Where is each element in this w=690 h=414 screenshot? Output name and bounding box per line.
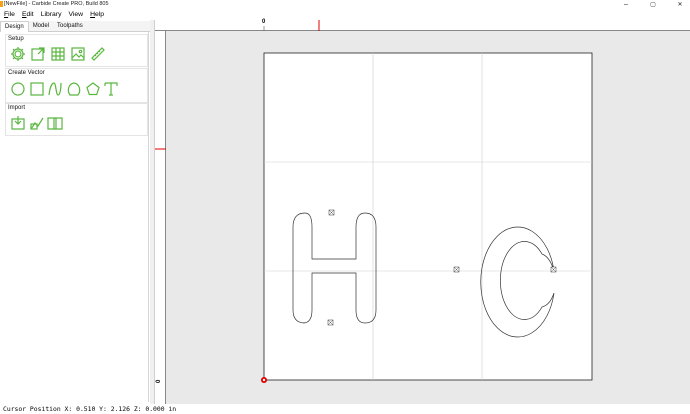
edit-job-icon[interactable] bbox=[30, 46, 46, 62]
ruler-icon[interactable] bbox=[90, 46, 106, 62]
canvas-drawing[interactable] bbox=[166, 31, 690, 404]
curve-icon[interactable] bbox=[47, 81, 63, 97]
stock-outline bbox=[263, 52, 593, 381]
window-title: [NewFile] - Carbide Create PRO, Build 80… bbox=[4, 1, 109, 7]
menu-library[interactable]: Library bbox=[41, 11, 62, 18]
rectangle-icon[interactable] bbox=[29, 81, 45, 97]
cursor-position-readout: Cursor Position X: 0.510 Y: 2.126 Z: 0.0… bbox=[3, 405, 177, 413]
pentagon-icon[interactable] bbox=[85, 81, 101, 97]
menu-bar: File Edit Library View Help bbox=[0, 9, 690, 20]
import-image-icon[interactable] bbox=[29, 115, 45, 131]
design-panel: Setup Create Vector Import bbox=[2, 32, 149, 402]
status-bar: Cursor Position X: 0.510 Y: 2.126 Z: 0.0… bbox=[0, 404, 690, 414]
minimize-button[interactable]: – bbox=[616, 0, 636, 9]
grid-icon[interactable] bbox=[50, 46, 66, 62]
import-section bbox=[5, 103, 148, 136]
ruler-horizontal: 0 bbox=[155, 19, 690, 31]
menu-edit[interactable]: Edit bbox=[22, 11, 34, 18]
tab-model[interactable]: Model bbox=[29, 21, 53, 32]
library-book-icon[interactable] bbox=[47, 115, 63, 131]
tab-design[interactable]: Design bbox=[0, 21, 29, 32]
maximize-button[interactable]: ▢ bbox=[643, 0, 663, 9]
panel-tabs: Design Model Toolpaths bbox=[0, 21, 150, 32]
import-svg-icon[interactable] bbox=[10, 115, 26, 131]
menu-help[interactable]: Help bbox=[90, 11, 104, 18]
ruler-left-ticks bbox=[155, 148, 166, 150]
text-icon[interactable] bbox=[103, 81, 119, 97]
ruler-vertical: 0 bbox=[155, 31, 166, 404]
job-setup-gear-icon[interactable] bbox=[10, 46, 26, 62]
ruler-top-ticks bbox=[263, 20, 320, 31]
image-icon[interactable] bbox=[70, 46, 86, 62]
polygon-shape-icon[interactable] bbox=[66, 81, 82, 97]
menu-file[interactable]: File bbox=[4, 11, 15, 18]
tab-toolpaths[interactable]: Toolpaths bbox=[53, 21, 87, 32]
title-bar: [NewFile] - Carbide Create PRO, Build 80… bbox=[0, 0, 690, 9]
menu-view[interactable]: View bbox=[68, 11, 83, 18]
design-canvas[interactable] bbox=[166, 31, 690, 404]
circle-icon[interactable] bbox=[10, 81, 26, 97]
close-button[interactable]: ✕ bbox=[670, 0, 690, 9]
